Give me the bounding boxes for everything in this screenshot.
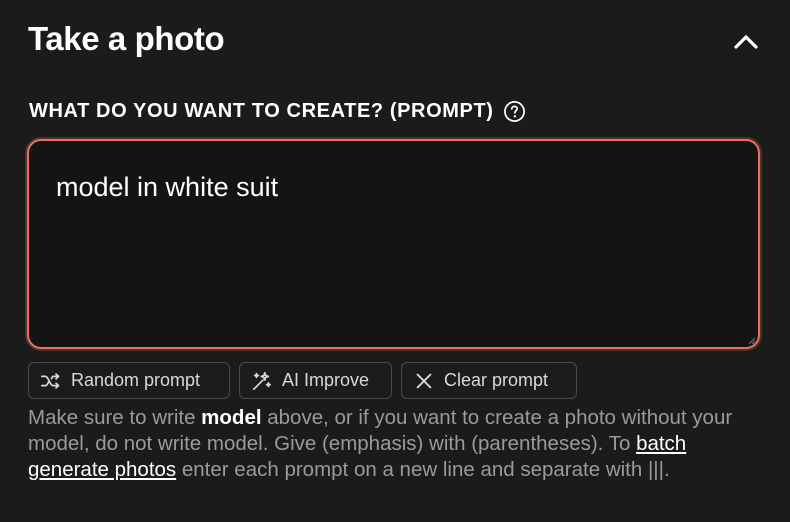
resize-grip-icon[interactable] [749, 338, 755, 344]
help-text-part3: enter each prompt on a new line and sepa… [176, 458, 670, 481]
clear-prompt-button[interactable]: Clear prompt [401, 362, 577, 399]
prompt-label-row: WHAT DO YOU WANT TO CREATE? (PROMPT) [29, 100, 526, 123]
question-circle-icon[interactable] [503, 100, 526, 123]
prompt-textarea[interactable]: model in white suit [29, 141, 758, 347]
prompt-actions: Random prompt AI Improve Clear prompt [28, 362, 577, 399]
sparkles-icon [251, 370, 273, 392]
collapse-button[interactable] [730, 28, 762, 56]
take-photo-panel: Take a photo WHAT DO YOU WANT TO CREATE?… [0, 0, 790, 522]
help-bold-model: model [201, 406, 262, 429]
clear-prompt-label: Clear prompt [444, 370, 549, 390]
panel-title: Take a photo [28, 20, 225, 57]
help-text-part1: Make sure to write [28, 406, 202, 429]
ai-improve-label: AI Improve [282, 370, 370, 390]
chevron-up-icon [734, 35, 758, 49]
prompt-label: WHAT DO YOU WANT TO CREATE? (PROMPT) [29, 100, 494, 122]
prompt-input-wrapper: model in white suit [27, 139, 760, 349]
ai-improve-button[interactable]: AI Improve [239, 362, 392, 399]
random-prompt-label: Random prompt [71, 370, 201, 390]
shuffle-icon [40, 370, 62, 392]
x-icon [413, 370, 435, 392]
random-prompt-button[interactable]: Random prompt [28, 362, 230, 399]
prompt-help-text: Make sure to write model above, or if yo… [28, 405, 763, 483]
